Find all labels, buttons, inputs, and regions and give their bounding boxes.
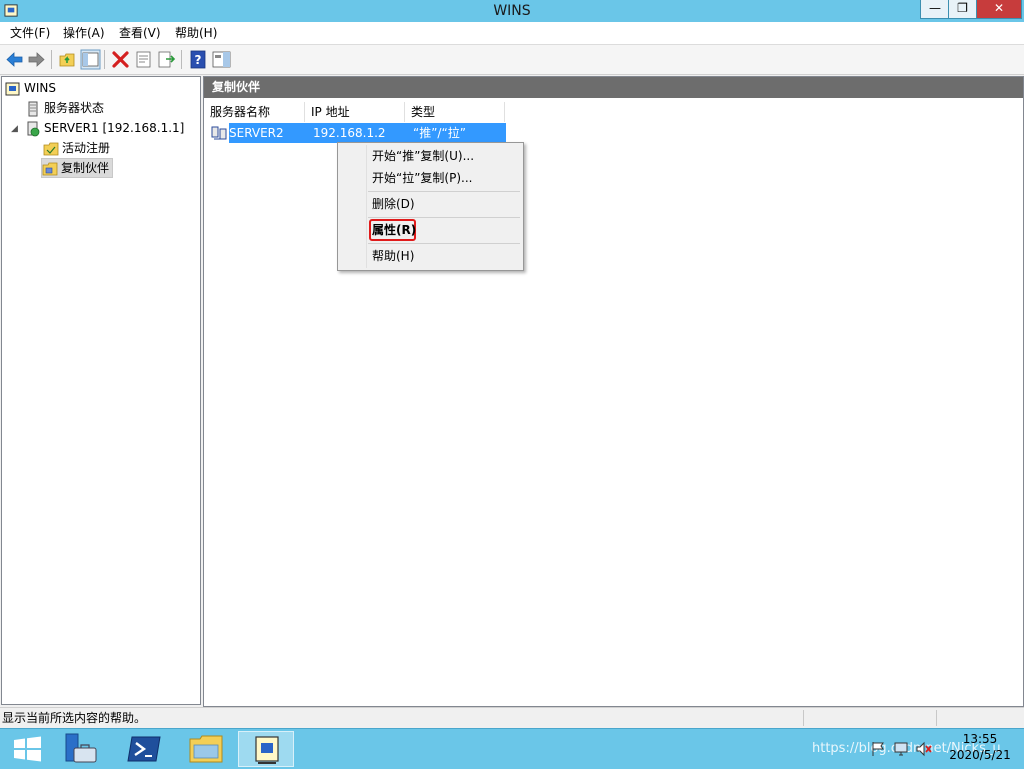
menu-view[interactable]: 查看(V) [114, 22, 166, 44]
title-bar: WINS — ❐ ✕ [0, 0, 1024, 22]
wins-server-icon [27, 121, 40, 136]
tree-node-server1[interactable]: SERVER1 [192.168.1.1] [25, 119, 184, 137]
folder-icon [42, 162, 58, 175]
menu-file[interactable]: 文件(F) [5, 22, 55, 44]
properties-icon[interactable] [133, 49, 154, 70]
tree-node-replication-partners[interactable]: 复制伙伴 [41, 158, 114, 178]
context-menu: 开始“推”复制(U)... 开始“拉”复制(P)... 删除(D) 属性(R) … [337, 142, 524, 271]
column-header-ip-address[interactable]: IP 地址 [305, 102, 405, 122]
tree-label-replication-partners: 复制伙伴 [61, 161, 110, 175]
clock-time: 13:55 [962, 732, 998, 746]
cell-ip-address: 192.168.1.2 [313, 126, 386, 140]
taskbar: https://blog.csdn.net/Nicks_u 13:55 2020… [0, 728, 1024, 769]
file-explorer-icon[interactable] [178, 731, 234, 767]
collapse-expander-icon[interactable]: ◢ [11, 124, 21, 134]
restore-button[interactable]: ❐ [948, 0, 977, 19]
tree-label-server1: SERVER1 [192.168.1.1] [44, 121, 185, 135]
replication-partner-icon [211, 126, 227, 140]
menu-bar: 文件(F) 操作(A) 查看(V) 帮助(H) [0, 22, 1024, 45]
menu-item-start-pull-replication[interactable]: 开始“拉”复制(P)... [372, 167, 472, 189]
menu-separator [368, 191, 520, 192]
pane-header-title: 复制伙伴 [212, 80, 261, 94]
toolbar-separator [104, 50, 105, 69]
cell-type: “推”/“拉” [413, 126, 466, 140]
cell-server-name: SERVER2 [229, 126, 284, 140]
clock-date: 2020/5/21 [949, 748, 1011, 762]
menu-gutter [366, 145, 367, 268]
console-tree: WINS 服务器状态 ◢ SERVER1 [192.168.1.1] 活动注册 … [1, 76, 201, 705]
server-status-icon [28, 101, 38, 116]
menu-separator [368, 217, 520, 218]
window-title: WINS [493, 3, 531, 19]
folder-icon [43, 142, 59, 155]
forward-arrow-icon[interactable] [26, 49, 47, 70]
network-icon[interactable] [893, 740, 911, 758]
tree-node-server-status[interactable]: 服务器状态 [25, 99, 104, 117]
menu-action[interactable]: 操作(A) [58, 22, 110, 44]
wins-scroll-icon [5, 82, 20, 95]
svg-text:?: ? [195, 53, 202, 67]
wins-taskbar-button[interactable] [238, 731, 294, 767]
menu-item-help[interactable]: 帮助(H) [372, 245, 414, 267]
toolbar-separator [181, 50, 182, 69]
toolbar: ? [0, 45, 1024, 75]
column-header-server-name[interactable]: 服务器名称 [204, 102, 305, 122]
menu-item-start-push-replication[interactable]: 开始“推”复制(U)... [372, 145, 474, 167]
status-divider [936, 710, 937, 726]
server-manager-icon[interactable] [54, 731, 110, 767]
clock[interactable]: 13:55 2020/5/21 [940, 731, 1020, 763]
minimize-button[interactable]: — [920, 0, 950, 19]
up-folder-icon[interactable] [57, 49, 78, 70]
export-list-icon[interactable] [156, 49, 177, 70]
tree-label-server-status: 服务器状态 [44, 101, 105, 115]
powershell-icon[interactable] [116, 731, 172, 767]
show-hide-console-tree-icon[interactable] [80, 49, 101, 70]
menu-item-properties[interactable]: 属性(R) [372, 219, 416, 241]
show-hide-action-pane-icon[interactable] [211, 49, 232, 70]
status-bar: 显示当前所选内容的帮助。 [0, 707, 1024, 728]
toolbar-separator [51, 50, 52, 69]
close-button[interactable]: ✕ [976, 0, 1022, 19]
pane-header: 复制伙伴 [204, 77, 1023, 98]
tree-label-active-registrations: 活动注册 [62, 141, 111, 155]
tree-label-wins: WINS [24, 81, 56, 95]
column-header-type[interactable]: 类型 [405, 102, 505, 122]
tree-node-wins[interactable]: WINS [5, 79, 56, 97]
help-icon[interactable]: ? [188, 49, 209, 70]
table-row[interactable]: SERVER2 192.168.1.2 “推”/“拉” [209, 123, 506, 143]
status-text: 显示当前所选内容的帮助。 [2, 711, 147, 725]
menu-separator [368, 243, 520, 244]
start-windows-icon[interactable] [0, 731, 56, 767]
speaker-muted-icon[interactable] [915, 740, 933, 758]
status-divider [803, 710, 804, 726]
back-arrow-icon[interactable] [4, 49, 25, 70]
menu-help[interactable]: 帮助(H) [170, 22, 222, 44]
menu-item-delete[interactable]: 删除(D) [372, 193, 415, 215]
tree-node-active-registrations[interactable]: 活动注册 [43, 139, 110, 157]
action-center-flag-icon[interactable] [870, 740, 888, 758]
result-pane: 复制伙伴 服务器名称 IP 地址 类型 SERVER2 192.168.1.2 … [203, 76, 1024, 707]
delete-icon[interactable] [110, 49, 131, 70]
wins-scroll-icon [255, 736, 279, 764]
